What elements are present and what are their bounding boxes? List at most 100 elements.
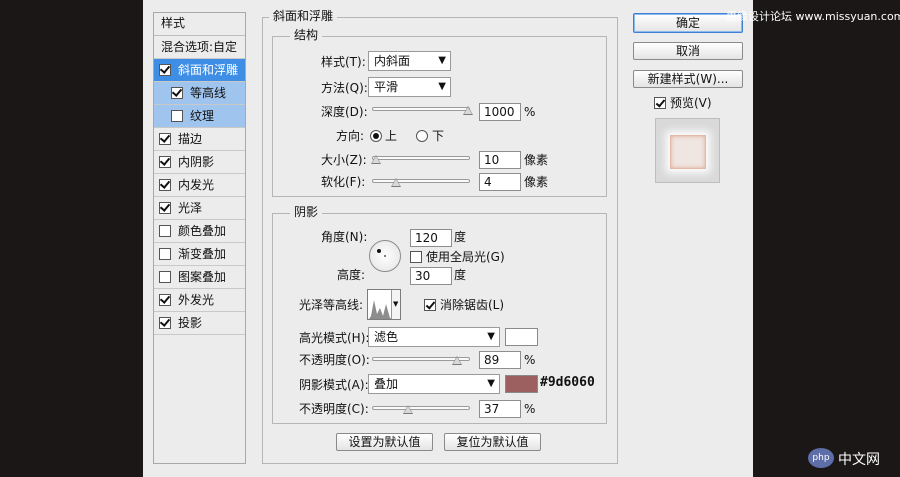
- layer-style-dialog: 样式 混合选项:自定 斜面和浮雕等高线纹理描边内阴影 内发光 光泽颜色叠加渐变叠加图…: [143, 0, 753, 477]
- style-item-checkbox[interactable]: [159, 156, 171, 168]
- style-item-checkbox[interactable]: [159, 133, 171, 145]
- bevel-emboss-title: 斜面和浮雕: [269, 9, 338, 23]
- soften-slider[interactable]: [372, 179, 470, 183]
- anti-aliased-label[interactable]: 消除锯齿(L): [440, 297, 504, 313]
- style-item-checkbox[interactable]: [171, 110, 183, 122]
- depth-slider[interactable]: [372, 107, 470, 111]
- style-item[interactable]: 纹理: [154, 105, 245, 128]
- highlight-mode-select[interactable]: 滤色 ▼: [368, 327, 500, 347]
- preview-label[interactable]: 预览(V): [670, 95, 712, 111]
- style-item-label: 描边: [178, 132, 203, 146]
- style-item[interactable]: 描边: [154, 128, 245, 151]
- watermark: 思缘设计论坛 www.missyuan.com: [726, 10, 900, 23]
- depth-input[interactable]: 1000: [479, 103, 521, 121]
- shadow-color-swatch[interactable]: [505, 375, 538, 393]
- direction-up-label[interactable]: 上: [385, 128, 397, 144]
- shadow-opacity-slider[interactable]: [372, 406, 470, 410]
- new-style-button[interactable]: 新建样式(W)...: [633, 70, 743, 88]
- anti-aliased-checkbox[interactable]: [424, 299, 436, 311]
- highlight-opacity-label: 不透明度(O):: [299, 353, 370, 367]
- gloss-contour-picker[interactable]: ▼: [367, 289, 401, 320]
- style-item-checkbox[interactable]: [159, 271, 171, 283]
- style-item-checkbox[interactable]: [159, 317, 171, 329]
- style-item[interactable]: 颜色叠加: [154, 220, 245, 243]
- size-slider[interactable]: [372, 156, 470, 160]
- style-item-label: 纹理: [190, 109, 215, 123]
- cancel-button[interactable]: 取消: [633, 42, 743, 60]
- contour-dropdown-button[interactable]: ▼: [391, 290, 400, 319]
- styles-header[interactable]: 样式: [154, 13, 245, 36]
- shadow-mode-label: 阴影模式(A):: [299, 378, 369, 392]
- style-item[interactable]: 渐变叠加: [154, 243, 245, 266]
- style-item[interactable]: 斜面和浮雕: [154, 59, 245, 82]
- style-item-label: 图案叠加: [178, 270, 227, 284]
- soften-slider-thumb[interactable]: [391, 178, 401, 187]
- style-item[interactable]: 等高线: [154, 82, 245, 105]
- style-item-checkbox[interactable]: [159, 248, 171, 260]
- style-item-checkbox[interactable]: [159, 294, 171, 306]
- php-logo-icon: php: [808, 448, 834, 468]
- size-label: 大小(Z):: [321, 153, 367, 167]
- technique-value: 平滑: [374, 80, 399, 94]
- preview-swatch: [670, 135, 706, 169]
- style-item-checkbox[interactable]: [159, 64, 171, 76]
- reset-default-button[interactable]: 复位为默认值: [444, 433, 541, 451]
- chevron-down-icon: ▼: [438, 81, 446, 92]
- style-item[interactable]: 图案叠加: [154, 266, 245, 289]
- shadow-opacity-unit: %: [524, 402, 536, 416]
- bevel-style-select[interactable]: 内斜面 ▼: [368, 51, 451, 71]
- direction-down-label[interactable]: 下: [432, 128, 444, 144]
- style-item-label: 投影: [178, 316, 203, 330]
- altitude-unit: 度: [454, 268, 467, 282]
- chevron-down-icon: ▼: [487, 331, 495, 342]
- global-light-checkbox[interactable]: [410, 251, 422, 263]
- chevron-down-icon: ▼: [487, 378, 495, 389]
- technique-label: 方法(Q):: [321, 81, 368, 95]
- preview-checkbox[interactable]: [654, 97, 666, 109]
- size-input[interactable]: 10: [479, 151, 521, 169]
- style-item-checkbox[interactable]: [159, 179, 171, 191]
- make-default-button[interactable]: 设置为默认值: [336, 433, 433, 451]
- blend-options-item[interactable]: 混合选项:自定: [154, 36, 245, 59]
- shadow-opacity-input[interactable]: 37: [479, 400, 521, 418]
- highlight-color-swatch[interactable]: [505, 328, 538, 346]
- angle-input[interactable]: 120: [410, 229, 452, 247]
- angle-center-icon: [384, 255, 386, 257]
- style-item[interactable]: 内阴影: [154, 151, 245, 174]
- size-slider-thumb[interactable]: [370, 155, 381, 164]
- style-item-label: 等高线: [190, 86, 227, 100]
- style-item[interactable]: 光泽: [154, 197, 245, 220]
- style-item[interactable]: 内发光: [154, 174, 245, 197]
- highlight-mode-value: 滤色: [374, 330, 399, 344]
- shadow-opacity-label: 不透明度(C):: [299, 402, 369, 416]
- direction-up-radio[interactable]: [370, 130, 382, 142]
- shadow-mode-select[interactable]: 叠加 ▼: [368, 374, 500, 394]
- style-item[interactable]: 投影: [154, 312, 245, 335]
- highlight-opacity-input[interactable]: 89: [479, 351, 521, 369]
- highlight-opacity-thumb[interactable]: [452, 356, 463, 365]
- php-logo-text: 中文网: [838, 452, 880, 468]
- highlight-opacity-unit: %: [524, 353, 536, 367]
- soften-input[interactable]: 4: [479, 173, 521, 191]
- style-item-label: 颜色叠加: [178, 224, 227, 238]
- size-unit: 像素: [524, 153, 549, 167]
- technique-select[interactable]: 平滑 ▼: [368, 77, 451, 97]
- style-item-checkbox[interactable]: [171, 87, 183, 99]
- direction-label: 方向:: [336, 129, 365, 143]
- angle-dial[interactable]: [369, 240, 401, 272]
- altitude-label: 高度:: [337, 268, 366, 282]
- style-item-checkbox[interactable]: [159, 202, 171, 214]
- style-item-checkbox[interactable]: [159, 225, 171, 237]
- style-item[interactable]: 外发光: [154, 289, 245, 312]
- contour-curve-icon: [369, 300, 393, 319]
- shadow-opacity-thumb[interactable]: [402, 405, 413, 414]
- angle-label: 角度(N):: [321, 230, 368, 244]
- altitude-input[interactable]: 30: [410, 267, 452, 285]
- global-light-label[interactable]: 使用全局光(G): [426, 249, 505, 265]
- style-item-label: 外发光: [178, 293, 215, 307]
- direction-down-radio[interactable]: [416, 130, 428, 142]
- depth-slider-thumb[interactable]: [463, 106, 473, 115]
- depth-unit: %: [524, 105, 536, 119]
- angle-unit: 度: [454, 230, 467, 244]
- bevel-style-value: 内斜面: [374, 54, 411, 68]
